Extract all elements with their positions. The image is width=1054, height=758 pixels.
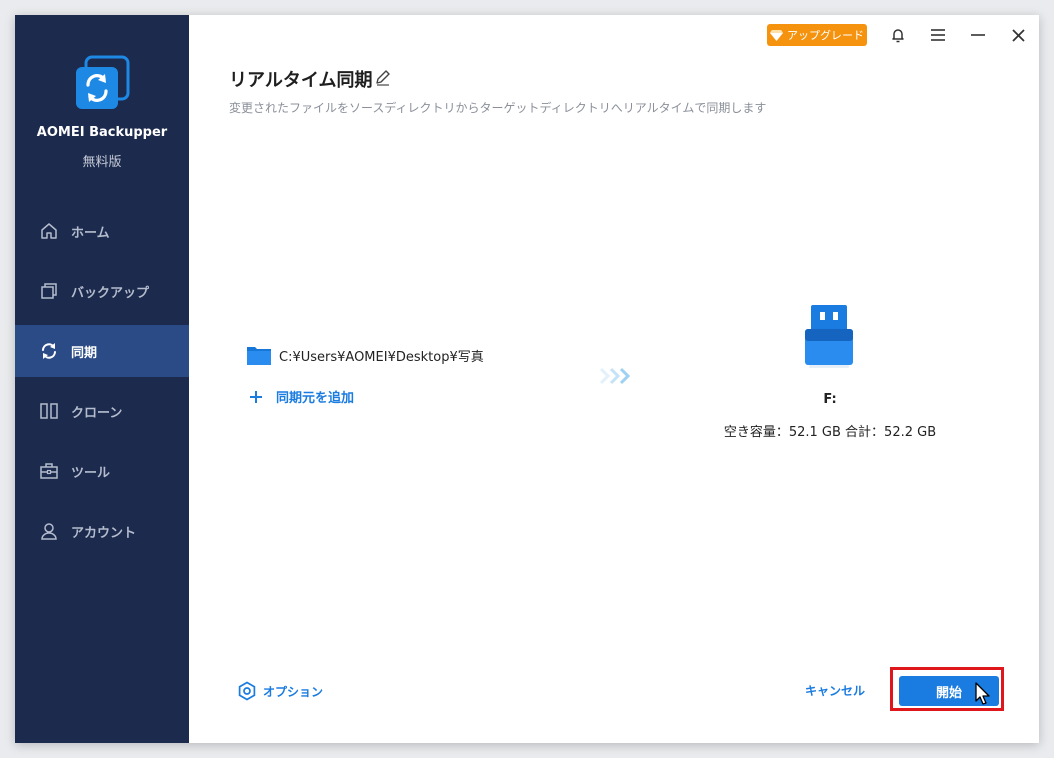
source-path: C:¥Users¥AOMEI¥Desktop¥写真: [279, 349, 484, 365]
bell-icon[interactable]: [887, 24, 909, 46]
sidebar-item-label: 同期: [71, 345, 98, 361]
edit-icon[interactable]: [374, 69, 392, 87]
arrow-right-icon: [599, 367, 631, 385]
sidebar-item-backup[interactable]: バックアップ: [15, 265, 189, 317]
app-window: AOMEI Backupper 無料版 ホーム バックアップ 同期 クローン ツ…: [15, 15, 1039, 743]
home-icon: [39, 221, 59, 241]
cancel-button[interactable]: キャンセル: [805, 682, 865, 699]
add-source-button[interactable]: 同期元を追加: [249, 387, 354, 406]
sidebar: AOMEI Backupper 無料版 ホーム バックアップ 同期 クローン ツ…: [15, 15, 189, 743]
mouse-cursor-icon: [975, 682, 990, 705]
plus-icon: [250, 390, 262, 403]
clone-icon: [39, 401, 59, 421]
app-edition: 無料版: [82, 155, 122, 170]
sidebar-item-label: ツール: [71, 465, 111, 481]
upgrade-button[interactable]: アップグレード: [767, 24, 867, 46]
folder-icon: [247, 347, 271, 365]
sidebar-item-label: ホーム: [71, 225, 110, 241]
option-label: オプション: [263, 684, 324, 699]
settings-icon: [238, 681, 256, 701]
sidebar-item-label: アカウント: [71, 525, 137, 541]
sidebar-item-account[interactable]: アカウント: [15, 505, 189, 557]
sync-icon: [39, 341, 59, 361]
target-drive-info: 空き容量：52.1 GB 合計：52.2 GB: [723, 425, 937, 440]
sidebar-item-label: バックアップ: [71, 285, 150, 301]
backup-icon: [39, 281, 59, 301]
page-title: リアルタイム同期: [229, 70, 373, 91]
tools-icon: [39, 461, 59, 481]
sidebar-item-label: クローン: [71, 405, 123, 421]
minimize-icon[interactable]: [967, 24, 989, 46]
target-drive-letter: F:: [823, 392, 837, 407]
page-description: 変更されたファイルをソースディレクトリからターゲットディレクトリへリアルタイムで…: [229, 101, 767, 115]
add-source-label: 同期元を追加: [276, 391, 355, 406]
option-button[interactable]: オプション: [237, 681, 323, 701]
source-folder-item[interactable]: C:¥Users¥AOMEI¥Desktop¥写真: [247, 345, 484, 365]
upgrade-label: アップグレード: [787, 29, 864, 42]
menu-icon[interactable]: [927, 24, 949, 46]
diamond-icon: [770, 29, 783, 41]
sidebar-item-sync[interactable]: 同期: [15, 325, 189, 377]
account-icon: [39, 521, 59, 541]
usb-drive-icon[interactable]: [803, 305, 855, 369]
app-logo-icon: [76, 55, 130, 109]
sidebar-item-home[interactable]: ホーム: [15, 205, 189, 257]
sidebar-nav: ホーム バックアップ 同期 クローン ツール アカウント: [15, 205, 189, 565]
close-icon[interactable]: [1007, 24, 1029, 46]
app-name: AOMEI Backupper: [36, 125, 168, 140]
sidebar-item-tools[interactable]: ツール: [15, 445, 189, 497]
sidebar-item-clone[interactable]: クローン: [15, 385, 189, 437]
